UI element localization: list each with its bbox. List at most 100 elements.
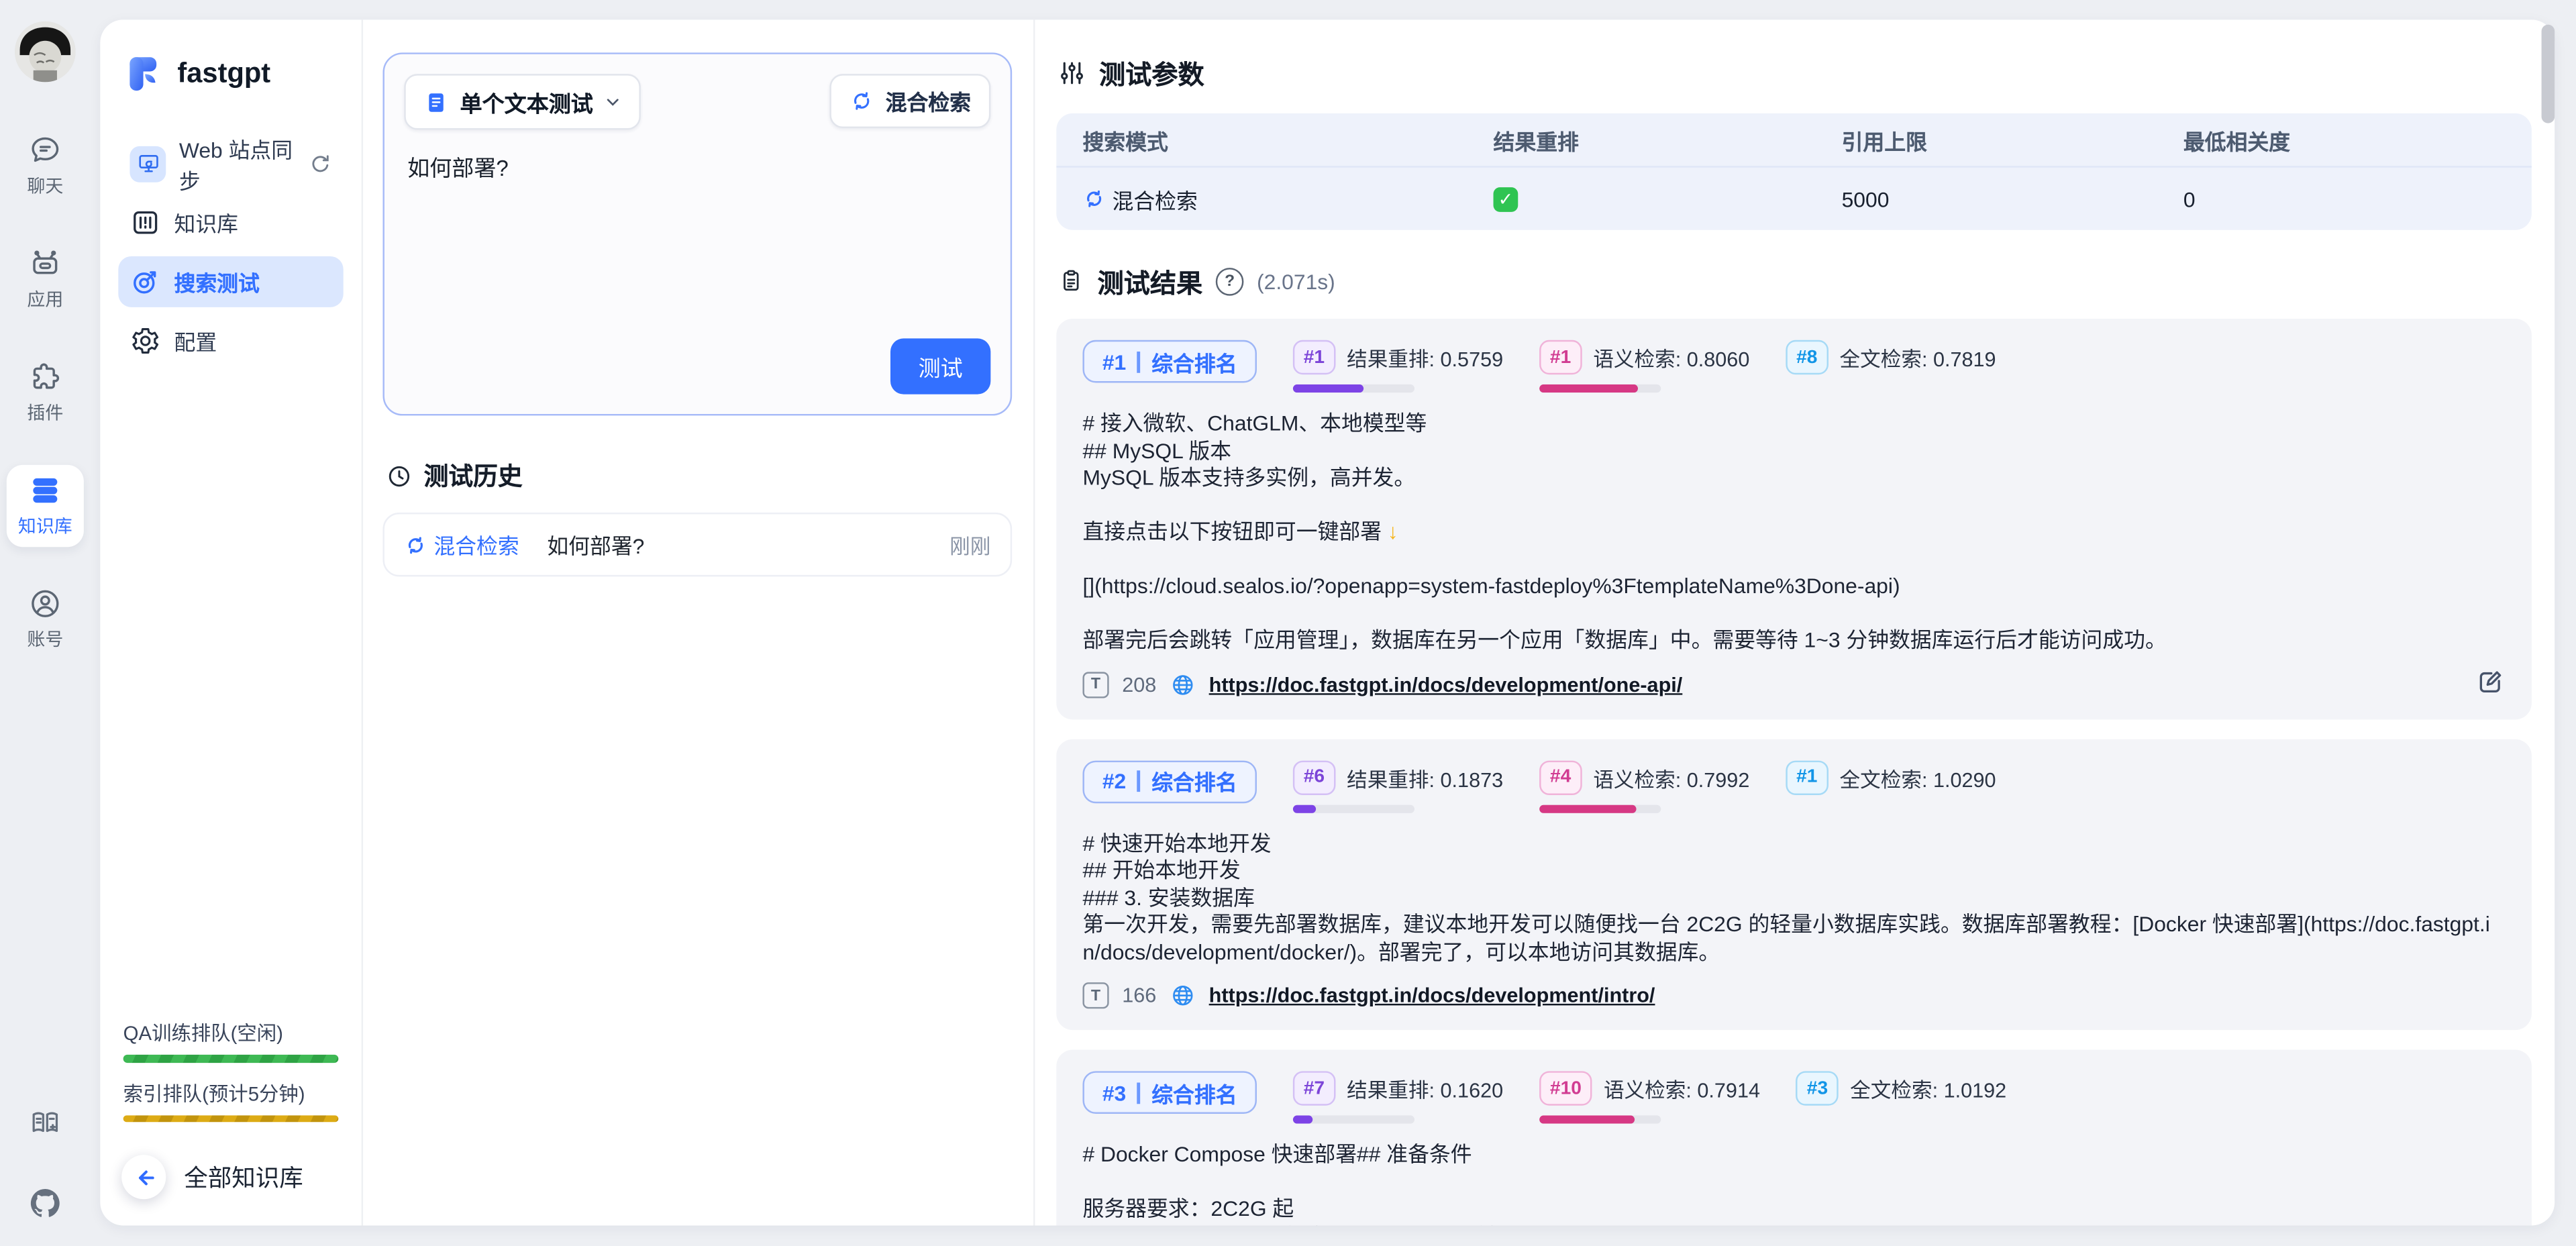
- sidebar-item-config[interactable]: 配置: [118, 315, 343, 366]
- metric-label: 全文检索: 1.0192: [1850, 1073, 2006, 1104]
- help-icon[interactable]: ?: [1216, 267, 1244, 295]
- metric-语义检索: #10语义检索: 0.7914: [1539, 1071, 1760, 1123]
- param-quote-limit: 5000: [1842, 187, 2183, 211]
- search-mode-label: 混合检索: [886, 85, 971, 117]
- run-test-button[interactable]: 测试: [890, 338, 990, 394]
- metric-rank-chip: #7: [1293, 1071, 1335, 1105]
- account-icon: [28, 586, 62, 621]
- metric-rank-chip: #3: [1796, 1071, 1839, 1105]
- metric-全文检索: #3 全文检索: 1.0192: [1796, 1071, 2006, 1105]
- rail-item-app[interactable]: 应用: [7, 238, 84, 320]
- result-content: # 接入微软、ChatGLM、本地模型等## MySQL 版本MySQL 版本支…: [1082, 411, 2505, 655]
- queue-label: 索引排队(预计5分钟): [123, 1078, 339, 1106]
- document-icon: [424, 89, 449, 114]
- sidebar-item-label: 知识库: [174, 207, 239, 238]
- hybrid-search-icon: [404, 533, 427, 556]
- metric-progress-bar: [1293, 1115, 1414, 1123]
- history-time: 刚刚: [949, 529, 990, 560]
- metric-rank-chip: #6: [1293, 760, 1335, 794]
- rail-nav: 聊天应用插件知识库账号: [0, 125, 91, 692]
- rank-badge: #1综合排名: [1082, 340, 1256, 383]
- dataset-sidebar: fastgpt Web 站点同步知识库搜索测试配置 QA训练排队(空闲) 索引排队…: [100, 19, 363, 1225]
- websync-icon: [130, 146, 166, 182]
- metric-progress-bar: [1539, 1115, 1661, 1123]
- refresh-icon[interactable]: [309, 152, 331, 174]
- brand: fastgpt: [121, 52, 340, 95]
- metric-rank-chip: #4: [1539, 760, 1582, 794]
- rail-item-label: 知识库: [18, 513, 72, 539]
- avatar-image: [15, 21, 76, 83]
- metric-语义检索: #4 语义检索: 0.7992: [1539, 760, 1749, 812]
- github-icon[interactable]: [28, 1185, 62, 1219]
- back-arrow-icon: [121, 1155, 166, 1199]
- queue-item: 索引排队(预计5分钟): [123, 1078, 339, 1122]
- sidebar-item-search-test[interactable]: 搜索测试: [118, 256, 343, 307]
- query-input[interactable]: 如何部署?: [407, 150, 987, 183]
- metric-progress-bar: [1293, 384, 1414, 393]
- results-column: 测试参数 搜索模式结果重排引用上限最低相关度 混合检索✓50000 测试结果 ?…: [1035, 19, 2555, 1225]
- history-title: 测试历史: [424, 458, 523, 492]
- metric-label: 结果重排: 0.5759: [1347, 342, 1503, 373]
- sidebar-item-dataset[interactable]: 知识库: [118, 197, 343, 248]
- back-to-all-datasets[interactable]: 全部知识库: [121, 1155, 344, 1199]
- source-link[interactable]: https://doc.fastgpt.in/docs/development/…: [1209, 984, 1655, 1007]
- metric-label: 语义检索: 0.7914: [1604, 1073, 1760, 1104]
- rail-item-plugin[interactable]: 插件: [7, 352, 84, 433]
- edit-icon[interactable]: [2476, 666, 2506, 696]
- search-mode-button[interactable]: 混合检索: [829, 74, 990, 128]
- metric-全文检索: #1全文检索: 1.0290: [1786, 760, 1996, 794]
- metric-语义检索: #1语义检索: 0.8060: [1539, 340, 1749, 393]
- param-min-relevance: 0: [2183, 187, 2506, 211]
- rank-badge: #2综合排名: [1082, 760, 1256, 802]
- queue-item: QA训练排队(空闲): [123, 1019, 339, 1062]
- scrollbar-thumb[interactable]: [2540, 25, 2555, 123]
- sidebar-nav: Web 站点同步知识库搜索测试配置: [118, 138, 343, 375]
- result-content: # Docker Compose 快速部署## 准备条件服务器要求：2C2G 起…: [1082, 1142, 2505, 1226]
- sidebar-item-web-sync[interactable]: Web 站点同步: [118, 138, 343, 189]
- source-link[interactable]: https://doc.fastgpt.in/docs/development/…: [1209, 673, 1683, 696]
- main-panel: fastgpt Web 站点同步知识库搜索测试配置 QA训练排队(空闲) 索引排队…: [100, 19, 2555, 1225]
- test-mode-select[interactable]: 单个文本测试: [404, 74, 641, 129]
- results-duration: (2.071s): [1257, 268, 1335, 293]
- rail-item-account[interactable]: 账号: [7, 578, 84, 660]
- token-count: 166: [1122, 984, 1156, 1007]
- results-header: 测试结果 ? (2.071s): [1058, 261, 2532, 301]
- history-item[interactable]: 混合检索如何部署?刚刚: [382, 513, 1012, 576]
- chevron-down-icon: [605, 94, 621, 110]
- rail-item-label: 聊天: [27, 172, 63, 199]
- clock-icon: [386, 462, 412, 488]
- result-card: #2综合排名 #6结果重排: 0.1873 #4 语义检索: 0.7992 #1全文检索…: [1056, 739, 2532, 1031]
- test-mode-label: 单个文本测试: [460, 85, 593, 118]
- metric-label: 语义检索: 0.7992: [1593, 762, 1749, 793]
- param-search-mode: 混合检索: [1082, 183, 1493, 215]
- metric-label: 结果重排: 0.1620: [1347, 1073, 1503, 1104]
- rail-item-label: 插件: [27, 399, 63, 425]
- params-title: 测试参数: [1099, 52, 1204, 92]
- dataset-icon: [28, 473, 62, 507]
- rail-item-label: 账号: [27, 626, 63, 652]
- docs-book-icon[interactable]: [28, 1105, 62, 1139]
- metric-progress-bar: [1539, 384, 1661, 393]
- metric-rank-chip: #8: [1786, 340, 1828, 374]
- metric-label: 语义检索: 0.8060: [1593, 342, 1749, 373]
- clipboard-icon: [1058, 268, 1084, 294]
- sidebar-item-label: 搜索测试: [174, 266, 260, 298]
- test-input-panel[interactable]: 单个文本测试 混合检索: [382, 52, 1012, 415]
- rail-item-dataset[interactable]: 知识库: [7, 465, 84, 547]
- sidebar-item-label: Web 站点同步: [179, 132, 296, 195]
- result-card: #1综合排名#1结果重排: 0.5759#1语义检索: 0.8060#8全文检索…: [1056, 319, 2532, 719]
- queue-label: QA训练排队(空闲): [123, 1019, 339, 1047]
- user-avatar[interactable]: [15, 21, 76, 83]
- rail-item-chat[interactable]: 聊天: [7, 125, 84, 207]
- sliders-icon: [1058, 58, 1086, 87]
- chat-icon: [28, 133, 62, 167]
- rail-bottom: [28, 1105, 62, 1220]
- target-icon: [130, 266, 161, 298]
- brand-name: fastgpt: [177, 58, 270, 91]
- result-card: #3综合排名#7结果重排: 0.1620#10语义检索: 0.7914#3全文检…: [1056, 1049, 2532, 1225]
- metric-结果重排: #6结果重排: 0.1873: [1293, 760, 1503, 812]
- history-header: 测试历史: [386, 458, 1012, 492]
- queue-status: QA训练排队(空闲) 索引排队(预计5分钟): [118, 1019, 343, 1139]
- params-header: 测试参数: [1058, 52, 2532, 92]
- hybrid-search-icon: [849, 89, 874, 113]
